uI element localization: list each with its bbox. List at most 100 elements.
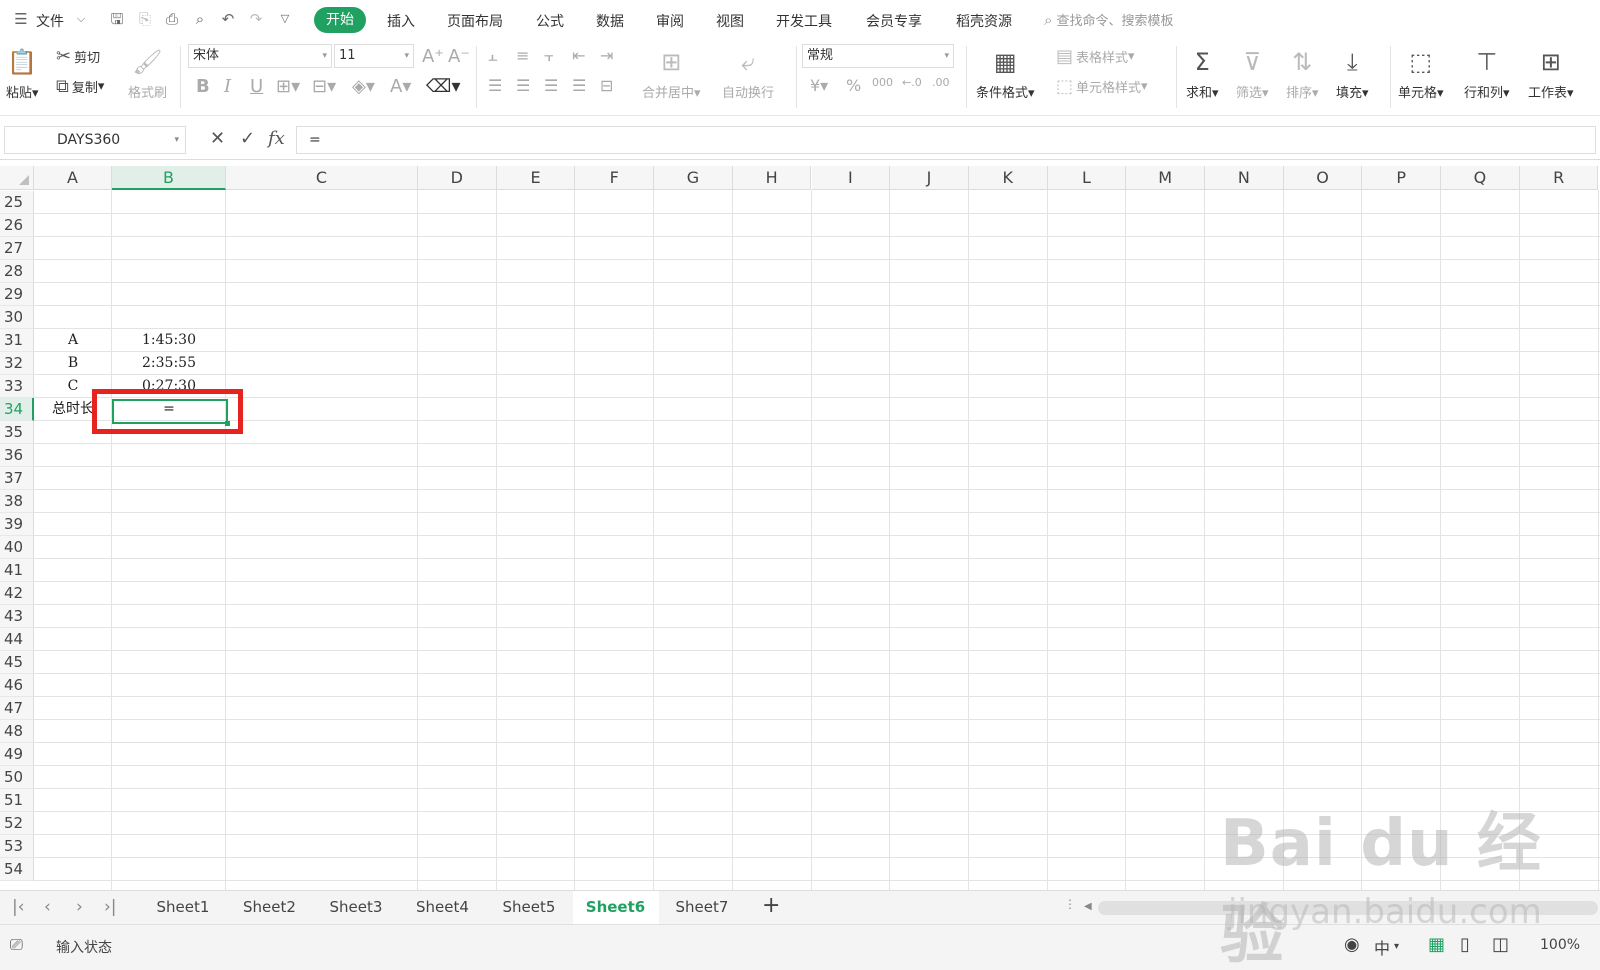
tab-view[interactable]: 视图 bbox=[716, 11, 744, 31]
row-header-53[interactable]: 53 bbox=[0, 835, 34, 858]
column-header-m[interactable]: M bbox=[1126, 166, 1205, 190]
column-header-h[interactable]: H bbox=[732, 166, 812, 190]
table-style-button[interactable]: ▤ 表格样式 ▾ bbox=[1056, 46, 1135, 67]
column-header-k[interactable]: K bbox=[968, 166, 1048, 190]
sort-button[interactable]: ⇅ 排序▾ bbox=[1286, 46, 1319, 101]
insert-function-icon[interactable]: fx bbox=[268, 128, 285, 149]
font-name-select[interactable]: 宋体 ▾ bbox=[188, 44, 332, 68]
column-header-j[interactable]: J bbox=[890, 166, 969, 190]
row-header-48[interactable]: 48 bbox=[0, 720, 34, 743]
cell-border-style-icon[interactable]: ⊟▾ bbox=[312, 76, 336, 97]
decrease-indent-icon[interactable]: ⇤ bbox=[572, 46, 585, 65]
worksheet-button[interactable]: ⊞ 工作表▾ bbox=[1528, 46, 1574, 101]
sheet-tab-sheet6[interactable]: Sheet6 bbox=[572, 891, 659, 924]
column-header-e[interactable]: E bbox=[496, 166, 576, 190]
cell-style-button[interactable]: ⬚ 单元格样式 ▾ bbox=[1056, 76, 1148, 97]
select-all-corner[interactable] bbox=[0, 166, 34, 190]
row-header-39[interactable]: 39 bbox=[0, 513, 34, 536]
column-header-a[interactable]: A bbox=[34, 166, 112, 190]
row-header-51[interactable]: 51 bbox=[0, 789, 34, 812]
row-header-31[interactable]: 31 bbox=[0, 329, 34, 352]
row-header-28[interactable]: 28 bbox=[0, 260, 34, 283]
align-top-icon[interactable]: ⫠ bbox=[488, 46, 498, 66]
sheet-tab-sheet3[interactable]: Sheet3 bbox=[313, 891, 399, 924]
name-box[interactable]: DAYS360 ▾ bbox=[4, 126, 186, 154]
tab-docer[interactable]: 稻壳资源 bbox=[956, 11, 1012, 31]
file-menu[interactable]: 文件 bbox=[36, 11, 64, 31]
confirm-icon[interactable]: ✓ bbox=[240, 128, 255, 149]
increase-decimal-icon[interactable]: ←.0 bbox=[902, 76, 922, 89]
tab-home[interactable]: 开始 bbox=[314, 7, 366, 33]
cancel-icon[interactable]: ✕ bbox=[210, 128, 225, 149]
add-sheet-icon[interactable]: + bbox=[762, 893, 780, 918]
print-preview-icon[interactable]: ⌕ bbox=[191, 10, 209, 28]
column-header-r[interactable]: R bbox=[1519, 166, 1599, 190]
last-sheet-icon[interactable]: ›| bbox=[104, 897, 117, 917]
conditional-format-button[interactable]: ▦ 条件格式▾ bbox=[976, 46, 1035, 101]
percent-icon[interactable]: % bbox=[846, 76, 861, 95]
scroll-left-icon[interactable]: ◀ bbox=[1084, 901, 1092, 912]
row-header-44[interactable]: 44 bbox=[0, 628, 34, 651]
row-header-38[interactable]: 38 bbox=[0, 490, 34, 513]
row-header-37[interactable]: 37 bbox=[0, 467, 34, 490]
cell-a31[interactable]: A bbox=[34, 329, 112, 352]
tab-data[interactable]: 数据 bbox=[596, 11, 624, 31]
increase-indent-icon[interactable]: ⇥ bbox=[600, 46, 613, 65]
font-color-icon[interactable]: A▾ bbox=[390, 76, 411, 97]
row-header-26[interactable]: 26 bbox=[0, 214, 34, 237]
column-header-f[interactable]: F bbox=[575, 166, 655, 190]
formula-input[interactable]: = bbox=[296, 126, 1596, 154]
column-header-n[interactable]: N bbox=[1205, 166, 1284, 190]
border-icon[interactable]: ⊞▾ bbox=[276, 76, 300, 97]
align-middle-icon[interactable]: ≡ bbox=[516, 46, 529, 65]
cell-b31[interactable]: 1:45:30 bbox=[112, 329, 226, 352]
column-header-g[interactable]: G bbox=[654, 166, 733, 190]
fill-color-icon[interactable]: ◈▾ bbox=[352, 76, 375, 97]
sum-button[interactable]: Σ 求和▾ bbox=[1186, 46, 1219, 101]
undo-icon[interactable]: ↶ bbox=[219, 10, 237, 28]
redo-icon[interactable]: ↷ bbox=[247, 10, 265, 28]
next-sheet-icon[interactable]: › bbox=[76, 897, 83, 917]
row-header-25[interactable]: 25 bbox=[0, 191, 34, 214]
column-header-c[interactable]: C bbox=[226, 166, 418, 190]
bold-button[interactable]: B bbox=[196, 76, 210, 97]
row-header-45[interactable]: 45 bbox=[0, 651, 34, 674]
column-header-i[interactable]: I bbox=[811, 166, 891, 190]
merge-center-button[interactable]: ⊞ 合并居中▾ bbox=[642, 46, 701, 101]
paste-button[interactable]: 📋 粘贴▾ bbox=[6, 46, 39, 101]
clear-format-icon[interactable]: ⌫▾ bbox=[426, 76, 461, 97]
row-header-49[interactable]: 49 bbox=[0, 743, 34, 766]
sheet-tab-sheet2[interactable]: Sheet2 bbox=[227, 891, 313, 924]
cell-button[interactable]: ⬚ 单元格▾ bbox=[1398, 46, 1444, 101]
thousands-separator-icon[interactable]: 000 bbox=[872, 76, 893, 89]
row-header-40[interactable]: 40 bbox=[0, 536, 34, 559]
command-search[interactable]: ⌕ 查找命令、搜索模板 bbox=[1044, 10, 1174, 29]
column-header-p[interactable]: P bbox=[1362, 166, 1442, 190]
row-header-41[interactable]: 41 bbox=[0, 559, 34, 582]
share-icon[interactable]: ⎘ bbox=[136, 10, 154, 28]
first-sheet-icon[interactable]: |‹ bbox=[12, 897, 25, 917]
row-header-30[interactable]: 30 bbox=[0, 306, 34, 329]
row-header-33[interactable]: 33 bbox=[0, 375, 34, 398]
row-header-54[interactable]: 54 bbox=[0, 858, 34, 881]
distributed-icon[interactable]: ⊟ bbox=[600, 76, 613, 95]
cell-a32[interactable]: B bbox=[34, 352, 112, 375]
tab-member[interactable]: 会员专享 bbox=[866, 11, 922, 31]
currency-icon[interactable]: ¥▾ bbox=[810, 76, 828, 95]
row-header-43[interactable]: 43 bbox=[0, 605, 34, 628]
row-header-46[interactable]: 46 bbox=[0, 674, 34, 697]
sheet-tab-sheet7[interactable]: Sheet7 bbox=[659, 891, 745, 924]
sheet-tab-sheet1[interactable]: Sheet1 bbox=[140, 891, 226, 924]
prev-sheet-icon[interactable]: ‹ bbox=[44, 897, 51, 917]
column-header-q[interactable]: Q bbox=[1441, 166, 1520, 190]
font-size-select[interactable]: 11 ▾ bbox=[334, 44, 414, 68]
decrease-font-icon[interactable]: A⁻ bbox=[448, 46, 470, 67]
sheet-tab-sheet4[interactable]: Sheet4 bbox=[400, 891, 486, 924]
tab-developer[interactable]: 开发工具 bbox=[776, 11, 832, 31]
cut-button[interactable]: ✂ 剪切 bbox=[56, 46, 100, 67]
column-header-o[interactable]: O bbox=[1283, 166, 1363, 190]
tab-page-layout[interactable]: 页面布局 bbox=[447, 11, 503, 31]
column-header-l[interactable]: L bbox=[1047, 166, 1127, 190]
row-header-27[interactable]: 27 bbox=[0, 237, 34, 260]
column-header-d[interactable]: D bbox=[418, 166, 497, 190]
